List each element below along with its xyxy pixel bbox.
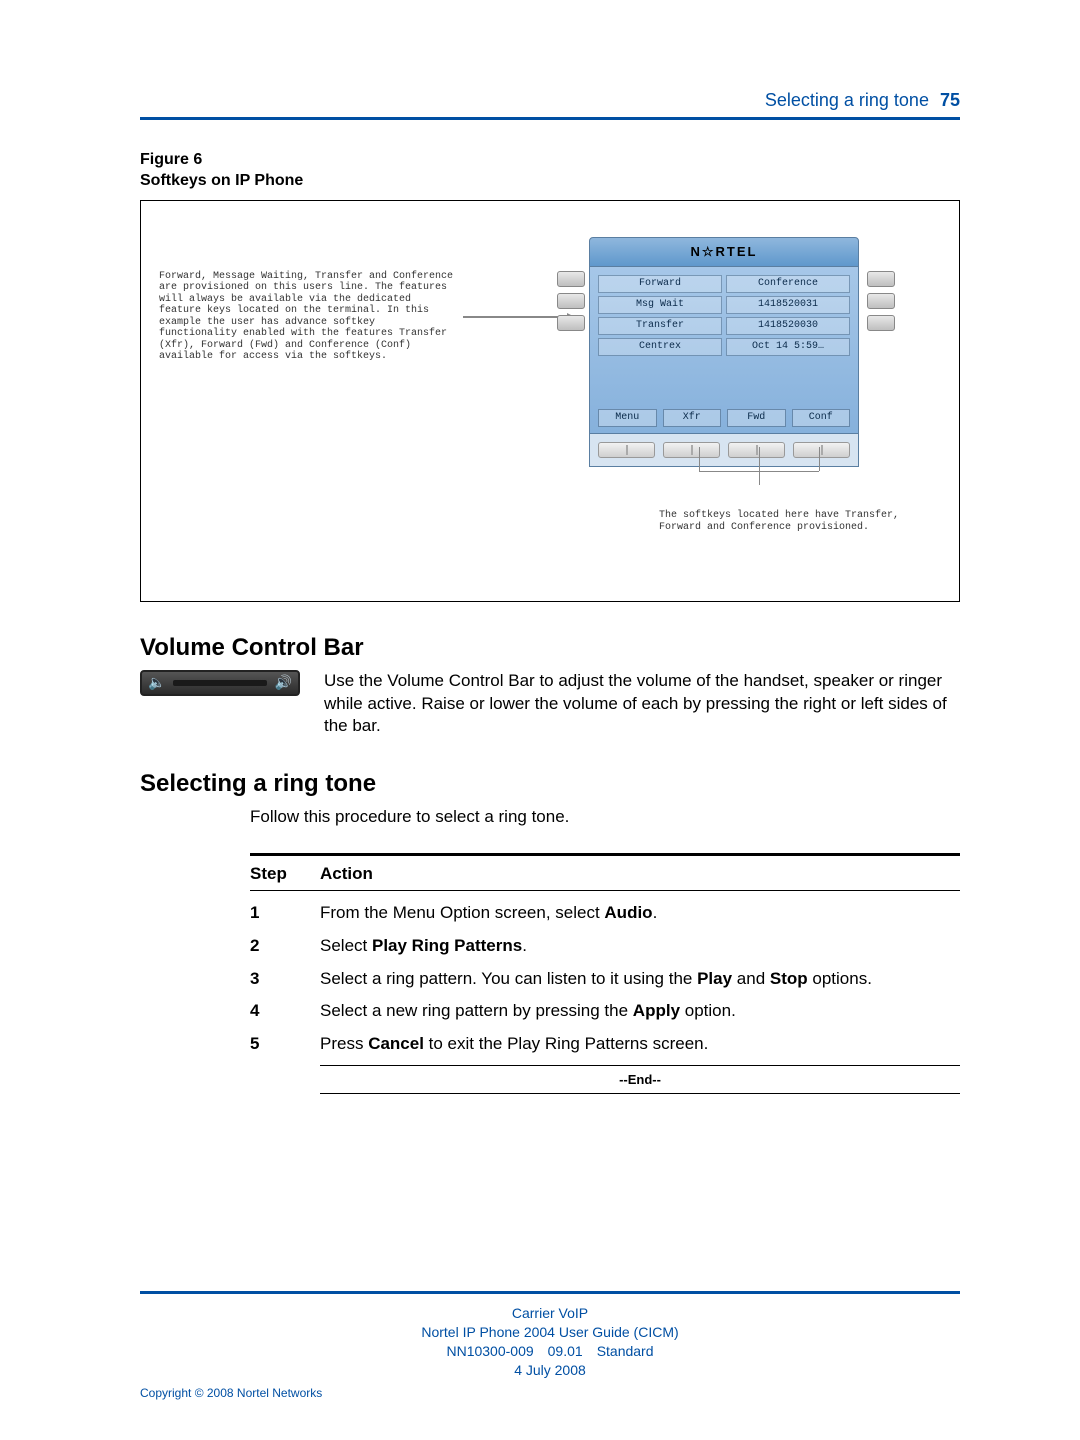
ip-phone-illustration: N☆RTEL Forward Conference Msg Wait 14185…	[589, 237, 859, 467]
footer-line2: Nortel IP Phone 2004 User Guide (CICM)	[421, 1324, 678, 1340]
document-page: Selecting a ring tone 75 Figure 6 Softke…	[0, 0, 1080, 1440]
header-title: Selecting a ring tone	[765, 90, 929, 110]
footer-line1: Carrier VoIP	[512, 1305, 588, 1321]
table-row: 4 Select a new ring pattern by pressing …	[250, 999, 960, 1024]
feature-button	[557, 271, 585, 287]
figure-left-annotation: Forward, Message Waiting, Transfer and C…	[159, 271, 459, 363]
feature-button	[867, 293, 895, 309]
step-num: 4	[250, 999, 320, 1024]
page-footer: Carrier VoIP Nortel IP Phone 2004 User G…	[140, 1283, 960, 1400]
table-top-rule	[250, 853, 960, 856]
footer-rule	[140, 1291, 960, 1294]
softkey-label: Fwd	[727, 409, 786, 427]
feature-cell: Msg Wait	[598, 296, 722, 314]
feature-button	[867, 271, 895, 287]
ringtone-intro: Follow this procedure to select a ring t…	[140, 806, 960, 829]
table-header-rule	[250, 890, 960, 891]
table-row: 3 Select a ring pattern. You can listen …	[250, 967, 960, 992]
softkey-callout: The softkeys located here have Transfer,…	[659, 471, 909, 534]
step-action: Select a ring pattern. You can listen to…	[320, 967, 960, 992]
figure-box: Forward, Message Waiting, Transfer and C…	[140, 200, 960, 602]
end-rule-bottom	[320, 1093, 960, 1094]
step-num: 3	[250, 967, 320, 992]
col-step: Step	[250, 864, 320, 884]
feature-cell: Conference	[726, 275, 850, 293]
softkey-label: Conf	[792, 409, 851, 427]
end-rule-top	[320, 1065, 960, 1066]
running-header: Selecting a ring tone 75	[140, 90, 960, 117]
footer-date: 4 July 2008	[514, 1362, 586, 1378]
table-header-row: Step Action	[250, 862, 960, 890]
step-action: Select a new ring pattern by pressing th…	[320, 999, 960, 1024]
footer-docnum: NN10300-009	[446, 1343, 533, 1359]
feature-cell: Oct 14 5:59…	[726, 338, 850, 356]
step-action: Select Play Ring Patterns.	[320, 934, 960, 959]
phone-screen: Forward Conference Msg Wait 1418520031 T…	[589, 267, 859, 434]
page-number: 75	[940, 90, 960, 110]
feature-buttons-right	[867, 271, 895, 331]
feature-cell: Transfer	[598, 317, 722, 335]
col-action: Action	[320, 864, 373, 884]
heading-ringtone: Selecting a ring tone	[140, 770, 960, 798]
step-action: Press Cancel to exit the Play Ring Patte…	[320, 1032, 960, 1057]
feature-button	[557, 293, 585, 309]
softkey-labels: Menu Xfr Fwd Conf	[590, 401, 858, 433]
table-row: 2 Select Play Ring Patterns.	[250, 934, 960, 959]
feature-button	[557, 315, 585, 331]
softkey-label: Menu	[598, 409, 657, 427]
step-action: From the Menu Option screen, select Audi…	[320, 901, 960, 926]
header-rule	[140, 117, 960, 120]
volume-bar-illustration: 🔈 🔊	[140, 670, 300, 696]
heading-volume: Volume Control Bar	[140, 634, 960, 662]
feature-cell: 1418520030	[726, 317, 850, 335]
volume-description: Use the Volume Control Bar to adjust the…	[324, 670, 960, 739]
feature-cell: Centrex	[598, 338, 722, 356]
footer-class: Standard	[597, 1343, 654, 1359]
phone-brand-bar: N☆RTEL	[589, 237, 859, 267]
footer-ver: 09.01	[548, 1343, 583, 1359]
feature-buttons-left	[557, 271, 585, 331]
step-num: 5	[250, 1032, 320, 1057]
end-marker: --End--	[320, 1072, 960, 1087]
feature-cell: Forward	[598, 275, 722, 293]
figure-label-title: Softkeys on IP Phone	[140, 172, 303, 189]
procedure-table: Step Action 1 From the Menu Option scree…	[140, 853, 960, 1093]
softkey-button	[598, 442, 655, 458]
footer-center: Carrier VoIP Nortel IP Phone 2004 User G…	[140, 1304, 960, 1380]
softkey-label: Xfr	[663, 409, 722, 427]
feature-button	[867, 315, 895, 331]
speaker-low-icon: 🔈	[148, 674, 165, 691]
step-num: 1	[250, 901, 320, 926]
softkey-callout-text: The softkeys located here have Transfer,…	[659, 510, 909, 534]
feature-cell: 1418520031	[726, 296, 850, 314]
speaker-high-icon: 🔊	[275, 674, 292, 691]
end-block: --End--	[250, 1065, 960, 1094]
figure-label-num: Figure 6	[140, 151, 202, 168]
table-row: 1 From the Menu Option screen, select Au…	[250, 901, 960, 926]
softkey-button	[663, 442, 720, 458]
footer-copyright: Copyright © 2008 Nortel Networks	[140, 1386, 960, 1400]
softkey-button	[728, 442, 785, 458]
feature-grid: Forward Conference Msg Wait 1418520031 T…	[590, 271, 858, 361]
figure-caption: Figure 6 Softkeys on IP Phone	[140, 150, 960, 192]
table-row: 5 Press Cancel to exit the Play Ring Pat…	[250, 1032, 960, 1057]
step-num: 2	[250, 934, 320, 959]
softkey-button	[793, 442, 850, 458]
